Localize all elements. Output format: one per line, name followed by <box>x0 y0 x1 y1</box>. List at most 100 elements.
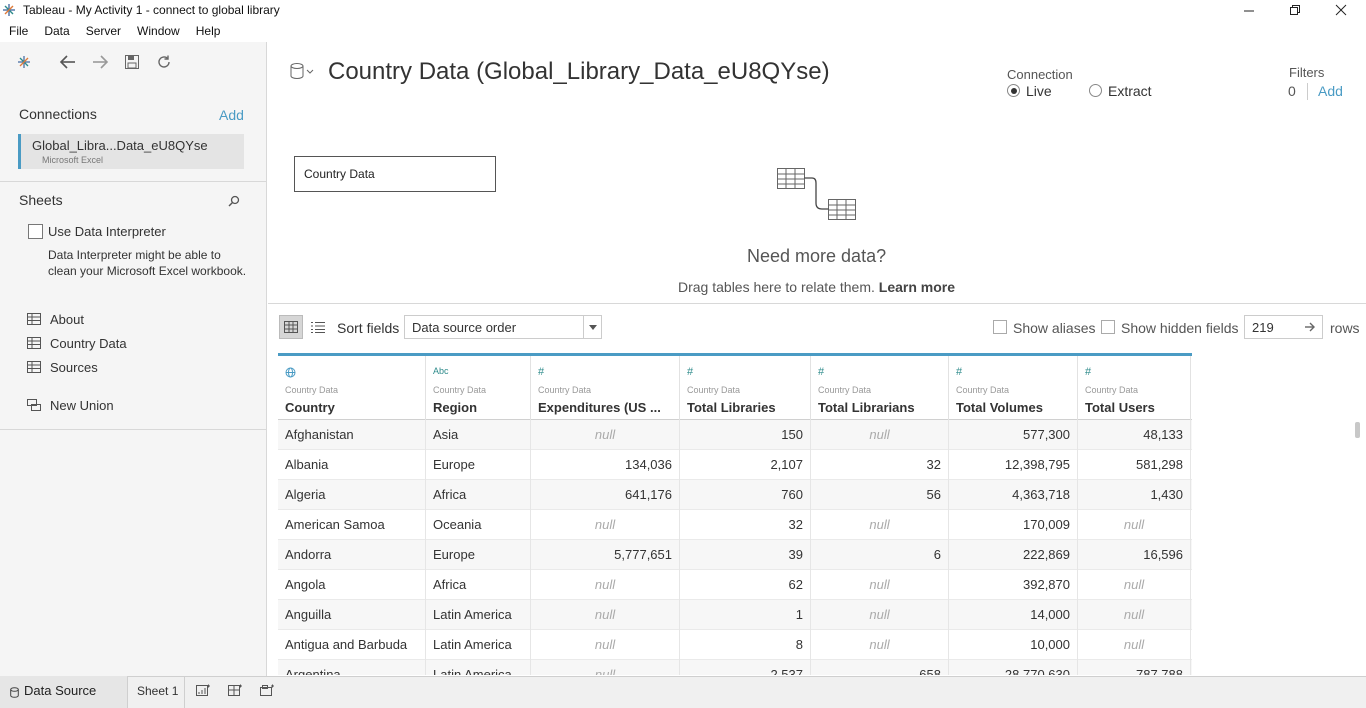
column-header[interactable]: Country Data Country <box>278 356 426 420</box>
table-cell: Asia <box>426 420 531 450</box>
column-name: Total Librarians <box>818 400 915 415</box>
new-union-label: New Union <box>50 397 114 413</box>
table-cell: null <box>811 570 949 600</box>
table-icon <box>27 313 41 325</box>
undo-button[interactable] <box>58 53 78 71</box>
table-cell: Latin America <box>426 660 531 675</box>
connection-item[interactable]: Global_Libra...Data_eU8QYse Microsoft Ex… <box>18 134 244 169</box>
table-row: American Samoa Oceania null 32 null 170,009 nu… <box>278 510 1192 540</box>
table-cell: Europe <box>426 540 531 570</box>
data-source-title[interactable]: Country Data (Global_Library_Data_eU8QYs… <box>328 58 830 86</box>
data-interpreter-help: Data Interpreter might be able to clean … <box>48 248 247 278</box>
divider <box>0 181 266 182</box>
menu-window[interactable]: Window <box>129 21 188 42</box>
search-icon[interactable] <box>228 195 240 207</box>
menu-server[interactable]: Server <box>78 21 129 42</box>
arrow-right-icon <box>93 55 109 69</box>
table-cell: 581,298 <box>1078 450 1191 480</box>
refresh-button[interactable] <box>154 53 174 71</box>
table-cell: 62 <box>680 570 811 600</box>
table-row: Algeria Africa 641,176 760 56 4,363,718 1,430 <box>278 480 1192 510</box>
sheet-item-sources[interactable]: Sources <box>26 358 98 376</box>
table-cell: 134,036 <box>531 450 680 480</box>
column-header[interactable]: Abc Country Data Region <box>426 356 531 420</box>
string-type-icon[interactable]: Abc <box>433 366 449 376</box>
table-cell: Latin America <box>426 600 531 630</box>
menu-help[interactable]: Help <box>188 21 229 42</box>
column-header[interactable]: # Country Data Total Users <box>1078 356 1191 420</box>
menu-data[interactable]: Data <box>36 21 77 42</box>
arrow-right-icon[interactable] <box>1304 321 1316 333</box>
table-cell: 577,300 <box>949 420 1078 450</box>
number-type-icon[interactable]: # <box>687 366 693 378</box>
new-story-button[interactable] <box>257 682 277 700</box>
start-page-button[interactable] <box>14 53 34 71</box>
column-source: Country Data <box>818 385 872 395</box>
extract-radio[interactable] <box>1089 84 1102 97</box>
tab-sheet-1-label: Sheet 1 <box>137 684 179 698</box>
vertical-scrollbar[interactable] <box>1350 420 1364 675</box>
column-header[interactable]: # Country Data Total Libraries <box>680 356 811 420</box>
drag-tables-text: Drag tables here to relate them. <box>678 279 875 295</box>
menu-bar: File Data Server Window Help <box>0 21 228 42</box>
column-name: Total Libraries <box>687 400 776 415</box>
show-hidden-fields-label: Show hidden fields <box>1121 320 1239 336</box>
column-header[interactable]: # Country Data Total Volumes <box>949 356 1078 420</box>
rows-input[interactable]: 219 <box>1244 315 1323 339</box>
table-cell: null <box>531 510 680 540</box>
add-connection-link[interactable]: Add <box>219 107 244 123</box>
column-header[interactable]: # Country Data Total Librarians <box>811 356 949 420</box>
sort-fields-value: Data source order <box>412 320 517 335</box>
globe-icon[interactable] <box>285 367 296 378</box>
new-dashboard-button[interactable] <box>225 682 245 700</box>
add-filter-link[interactable]: Add <box>1318 83 1343 99</box>
column-source: Country Data <box>285 385 339 395</box>
table-cell: null <box>811 600 949 630</box>
extract-label: Extract <box>1108 83 1152 99</box>
tab-sheet-1[interactable]: Sheet 1 <box>129 676 185 708</box>
minimize-button[interactable] <box>1226 0 1272 20</box>
logical-table-country-data[interactable]: Country Data <box>294 156 496 192</box>
close-button[interactable] <box>1318 0 1364 20</box>
list-view-button[interactable] <box>306 315 330 339</box>
scrollbar-thumb[interactable] <box>1355 422 1360 438</box>
sort-fields-select[interactable]: Data source order <box>404 315 602 339</box>
live-label: Live <box>1026 83 1052 99</box>
table-cell: Algeria <box>278 480 426 510</box>
new-union-item[interactable]: New Union <box>26 396 114 414</box>
redo-button[interactable] <box>90 53 110 71</box>
sheet-item-country-data[interactable]: Country Data <box>26 334 127 352</box>
grid-view-button[interactable] <box>279 315 303 339</box>
restore-button[interactable] <box>1272 0 1318 20</box>
sheet-item-about[interactable]: About <box>26 310 84 328</box>
number-type-icon[interactable]: # <box>818 366 824 378</box>
table-cell: Afghanistan <box>278 420 426 450</box>
sheets-heading: Sheets <box>19 192 63 208</box>
tableau-start-icon <box>18 56 30 68</box>
new-story-icon <box>260 684 274 696</box>
new-worksheet-button[interactable] <box>193 682 213 700</box>
number-type-icon[interactable]: # <box>538 366 544 378</box>
use-data-interpreter-checkbox[interactable] <box>28 224 43 239</box>
divider <box>0 429 266 430</box>
show-hidden-fields-checkbox[interactable] <box>1101 320 1115 334</box>
filters-label: Filters <box>1289 65 1325 80</box>
save-icon <box>125 55 139 69</box>
number-type-icon[interactable]: # <box>956 366 962 378</box>
show-aliases-checkbox[interactable] <box>993 320 1007 334</box>
column-name: Total Volumes <box>956 400 1043 415</box>
menu-file[interactable]: File <box>0 21 36 42</box>
learn-more-link[interactable]: Learn more <box>879 279 955 295</box>
number-type-icon[interactable]: # <box>1085 366 1091 378</box>
refresh-icon <box>158 55 170 68</box>
main-toolbar <box>14 53 174 71</box>
tab-data-source[interactable]: Data Source <box>0 676 128 708</box>
table-cell: 1 <box>680 600 811 630</box>
table-cell: 222,869 <box>949 540 1078 570</box>
live-radio[interactable] <box>1007 84 1020 97</box>
table-cell: 641,176 <box>531 480 680 510</box>
save-button[interactable] <box>122 53 142 71</box>
column-source: Country Data <box>687 385 741 395</box>
column-header[interactable]: # Country Data Expenditures (US ... <box>531 356 680 420</box>
database-dropdown-icon[interactable] <box>289 62 315 82</box>
